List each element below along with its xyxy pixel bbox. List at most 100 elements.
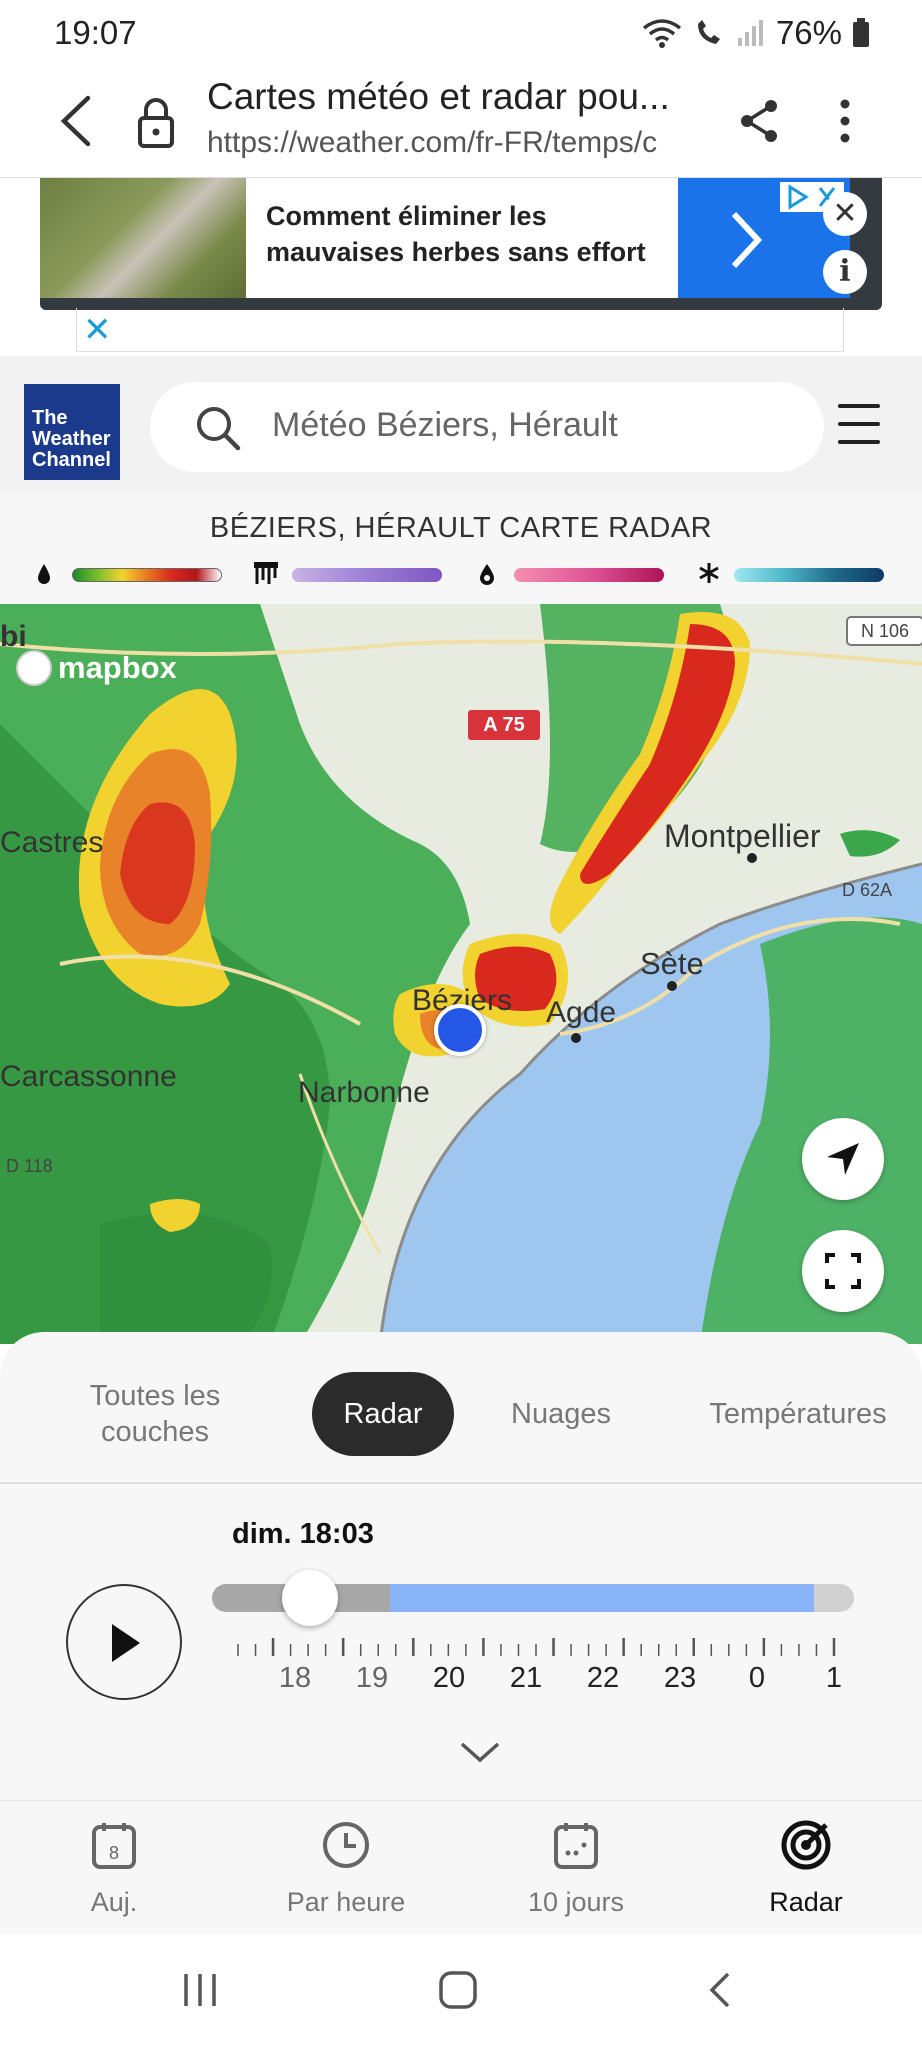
snowflake-icon (699, 563, 719, 583)
browser-toolbar: Cartes météo et radar pou... https://wea… (0, 66, 922, 178)
timeline-current-time: dim. 18:03 (232, 1518, 374, 1550)
legend-rain (36, 560, 226, 586)
ad-close-icon[interactable]: ✕ (823, 192, 867, 236)
weather-channel-logo[interactable]: The Weather Channel (24, 384, 120, 480)
radar-map[interactable]: mapbox A 75 N 106 bi Castres Montpellier… (0, 604, 922, 1344)
wifi-call-icon (697, 20, 720, 44)
map-label-d62a: D 62A (842, 880, 893, 900)
search-icon (197, 407, 241, 451)
nav-label-10-days: 10 jours (527, 1887, 625, 1917)
map-label-montpellier: Montpellier (664, 818, 821, 854)
url-field[interactable]: https://weather.com/fr-FR/temps/c (207, 126, 701, 160)
site-header: The Weather Channel Météo Béziers, Hérau… (0, 356, 922, 494)
mix-icon (480, 564, 494, 585)
nav-radar[interactable]: Radar (716, 1819, 896, 1918)
map-label-d118: D 118 (6, 1156, 53, 1176)
chevron-down-icon[interactable] (458, 1740, 502, 1764)
battery-icon (853, 18, 869, 47)
play-icon (112, 1624, 140, 1662)
map-label-agde: Agde (546, 996, 617, 1029)
chevron-right-icon (731, 211, 763, 269)
legend-snow-bar (734, 568, 884, 582)
status-bar: 19:07 76% (0, 0, 922, 66)
ad-strip-close-icon[interactable]: ✕ (83, 310, 112, 350)
ad-strip: ✕ (76, 308, 844, 352)
system-back-icon[interactable] (700, 1970, 740, 2010)
status-icons: 76% (642, 14, 870, 52)
radar-controls-panel: Toutes les couches Radar Nuages Températ… (0, 1332, 922, 1800)
legend-mix-bar (514, 568, 664, 582)
page-title[interactable]: Cartes météo et radar pou... (207, 76, 705, 118)
nav-label-hourly: Par heure (286, 1887, 406, 1917)
bottom-nav: 8 Auj. Par heure 10 jours Radar (0, 1800, 922, 1934)
tab-clouds[interactable]: Nuages (486, 1372, 636, 1456)
mapbox-text: mapbox (58, 650, 177, 685)
search-placeholder: Météo Béziers, Hérault (272, 406, 618, 444)
nav-label-radar: Radar (769, 1887, 843, 1917)
panel-divider (0, 1482, 922, 1484)
mapbox-icon (16, 650, 52, 686)
logo-text: The Weather Channel (32, 407, 111, 471)
map-label-sete: Sète (640, 946, 704, 981)
nav-label-today: Auj. (90, 1887, 138, 1917)
layer-tabs: Toutes les couches Radar Nuages Températ… (0, 1372, 922, 1456)
timeline-thumb[interactable] (282, 1570, 338, 1626)
radar-title: BÉZIERS, HÉRAULT CARTE RADAR (209, 512, 713, 544)
legend-ice-bar (292, 568, 442, 582)
tab-all-layers[interactable]: Toutes les couches (60, 1372, 250, 1456)
ad-image[interactable] (40, 178, 246, 298)
back-arrow-icon[interactable] (52, 90, 98, 152)
calendar-day-icon: 8 (92, 1823, 136, 1869)
calendar-dots-icon (554, 1823, 598, 1869)
radar-header: BÉZIERS, HÉRAULT CARTE RADAR (0, 494, 922, 604)
hour-label: 20 (432, 1662, 466, 1694)
ad-body[interactable]: Comment éliminer les mauvaises herbes sa… (246, 178, 718, 298)
nav-today[interactable]: 8 Auj. (24, 1819, 204, 1918)
timeline-forecast (390, 1584, 814, 1612)
fullscreen-button[interactable] (802, 1230, 884, 1312)
home-icon[interactable] (438, 1970, 478, 2010)
ad-text[interactable]: Comment éliminer les mauvaises herbes sa… (266, 198, 686, 270)
legend-mix (478, 560, 668, 586)
radar-map-canvas (0, 604, 922, 1344)
ad-banner[interactable]: Comment éliminer les mauvaises herbes sa… (40, 178, 882, 310)
map-label-narbonne: Narbonne (298, 1076, 430, 1109)
battery-percent: 76% (775, 14, 842, 51)
map-label-carcassonne: Carcassonne (0, 1060, 177, 1093)
signal-icon (737, 20, 763, 46)
timeline-hours: 18 19 20 21 22 23 0 1 (0, 1662, 922, 1702)
fullscreen-icon (825, 1253, 861, 1289)
current-location-marker[interactable] (434, 1004, 486, 1056)
hour-label: 23 (663, 1662, 697, 1694)
road-sign-n106: N 106 (846, 616, 922, 646)
hour-label: 22 (586, 1662, 620, 1694)
tab-radar[interactable]: Radar (312, 1372, 454, 1456)
locate-button[interactable] (802, 1118, 884, 1200)
more-menu-icon[interactable] (838, 98, 852, 144)
system-nav-bar (0, 1934, 922, 2048)
ad-info-icon[interactable]: i (823, 250, 867, 294)
ice-icon (254, 562, 278, 584)
hour-label: 0 (748, 1662, 766, 1694)
wifi-icon (642, 19, 682, 48)
road-sign-a75: A 75 (468, 710, 540, 740)
hamburger-menu-icon[interactable] (838, 404, 880, 444)
legend-rain-bar (72, 568, 222, 582)
nav-10-days[interactable]: 10 jours (486, 1819, 666, 1918)
timeline-ticks (237, 1638, 836, 1656)
map-label-edge: bi (0, 620, 27, 653)
radar-legend (36, 560, 896, 586)
legend-snow (698, 560, 898, 586)
calendar-day-number: 8 (109, 1843, 119, 1863)
recent-apps-icon[interactable] (180, 1970, 220, 2010)
lock-icon[interactable] (136, 96, 176, 148)
search-input[interactable]: Météo Béziers, Hérault (150, 382, 824, 472)
nav-hourly[interactable]: Par heure (256, 1819, 436, 1918)
mapbox-logo[interactable]: mapbox (16, 648, 177, 688)
tab-temperatures[interactable]: Températures (688, 1372, 908, 1456)
legend-ice (254, 560, 444, 586)
status-time: 19:07 (54, 14, 137, 51)
clock-icon (323, 1822, 369, 1868)
share-icon[interactable] (738, 98, 780, 144)
radar-icon (781, 1820, 831, 1870)
